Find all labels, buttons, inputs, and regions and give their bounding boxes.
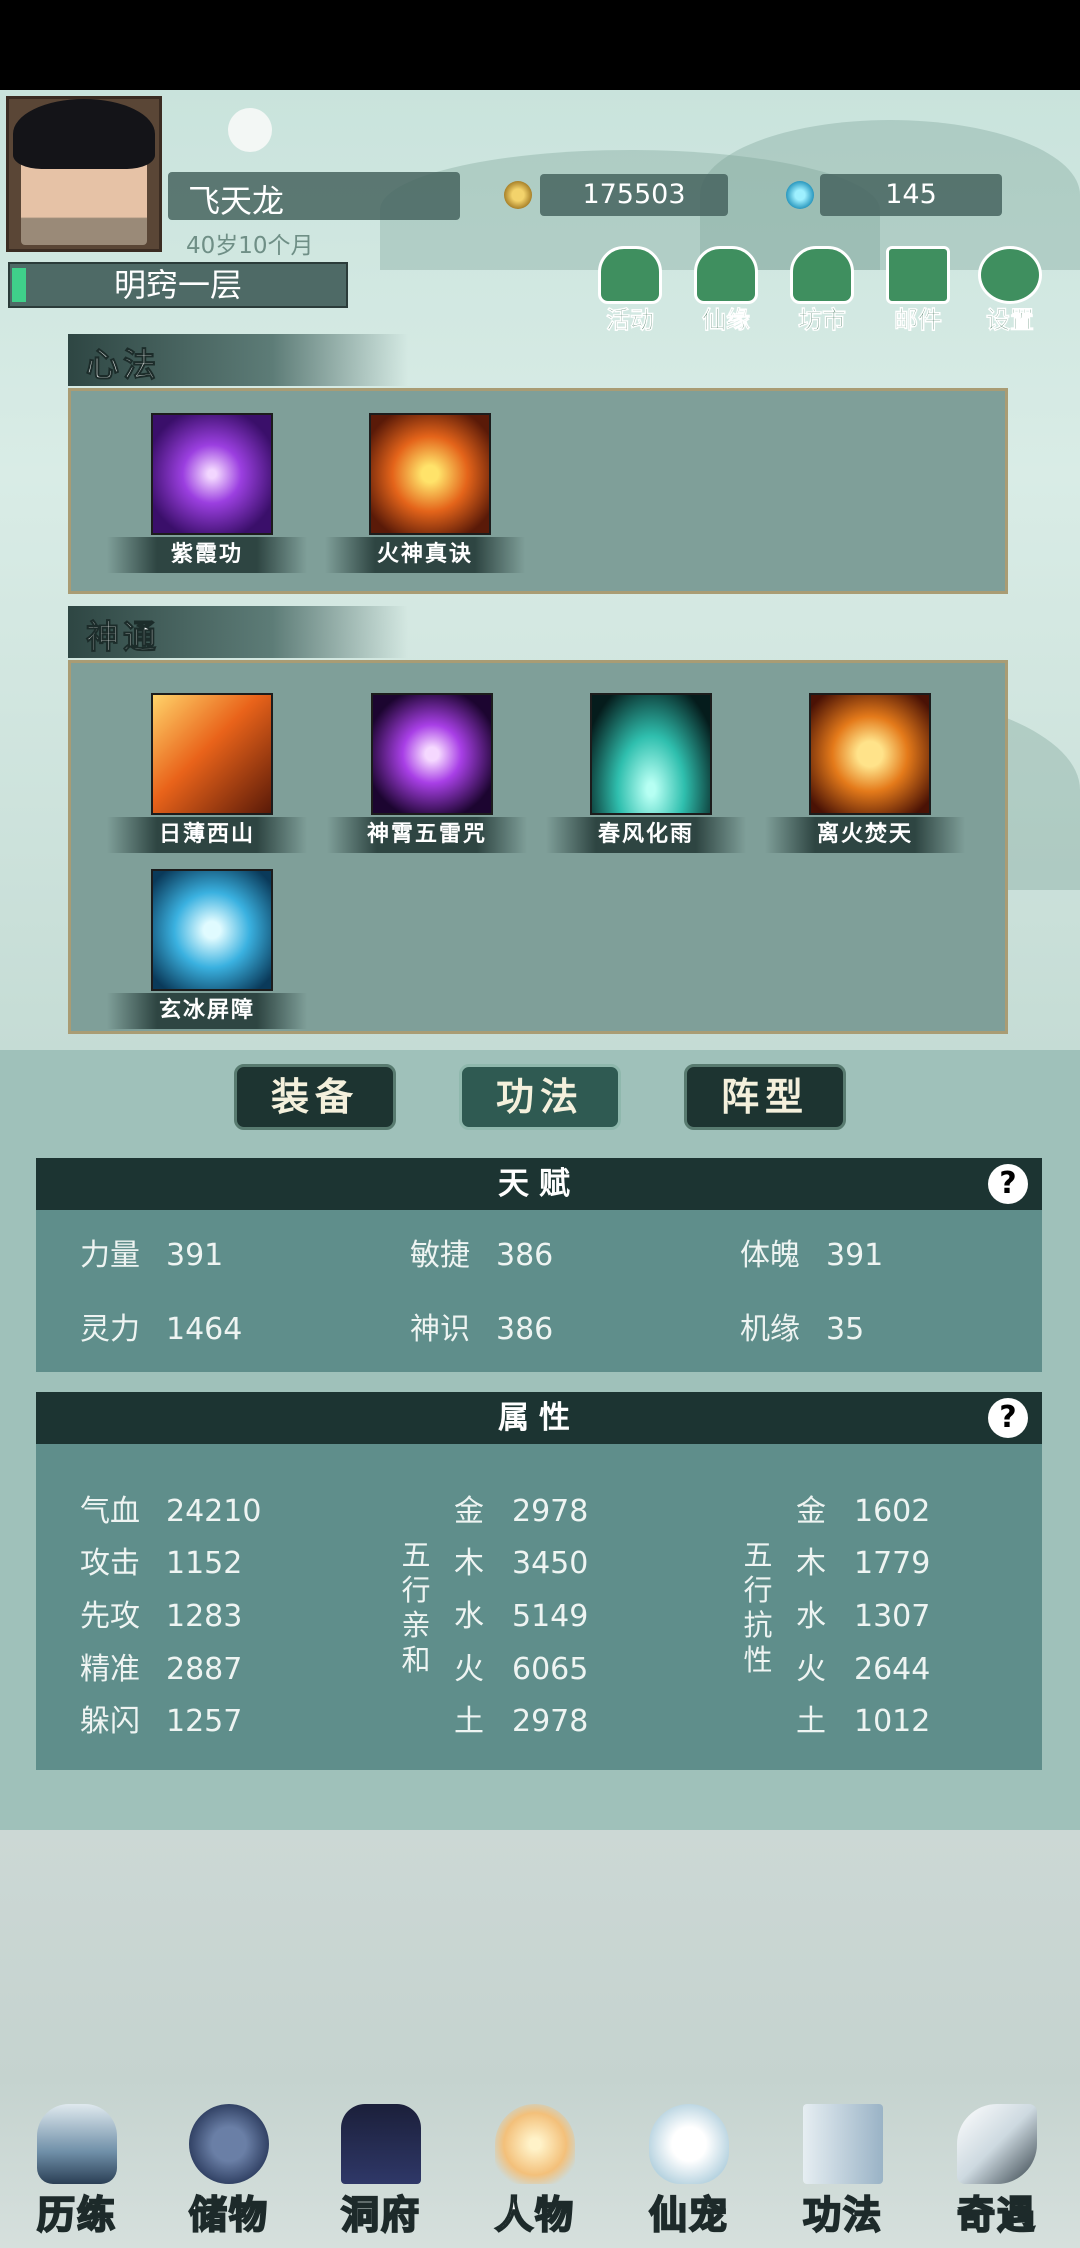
- ice-barrier-skill-icon: [151, 869, 273, 991]
- affinity-water: 水 5149: [454, 1599, 589, 1634]
- resist-wood: 木 1779: [796, 1546, 931, 1581]
- player-name: 飞天龙: [188, 182, 285, 220]
- resist-metal: 金 1602: [796, 1494, 931, 1529]
- talent-divine-sense: 神识 386: [410, 1312, 554, 1347]
- nav-adventure[interactable]: 奇遇: [922, 2090, 1072, 2240]
- menu-market-button[interactable]: 坊市: [780, 246, 864, 334]
- status-bar: [0, 0, 1080, 90]
- xinfa-panel: 紫霞功 火神真诀: [68, 388, 1008, 594]
- sun-decoration: [228, 108, 272, 152]
- menu-mail-button[interactable]: 邮件: [876, 246, 960, 334]
- shentong-skill-2[interactable]: 神霄五雷咒: [327, 693, 527, 853]
- affinity-wood: 木 3450: [454, 1546, 589, 1581]
- talent-help-button[interactable]: ?: [988, 1164, 1028, 1204]
- affinity-earth: 土 2978: [454, 1704, 589, 1739]
- settings-gear-icon: [978, 246, 1042, 304]
- affinity-vertical-label: 五行亲和: [401, 1538, 431, 1677]
- attr-attack: 攻击 1152: [80, 1546, 243, 1581]
- nav-character[interactable]: 人物: [460, 2090, 610, 2240]
- menu-activity-button[interactable]: 活动: [588, 246, 672, 334]
- bag-icon: [189, 2104, 269, 2184]
- affinity-metal: 金 2978: [454, 1494, 589, 1529]
- talent-title: 天赋: [498, 1166, 580, 1202]
- resist-vertical-label: 五行抗性: [743, 1538, 773, 1677]
- menu-fate-button[interactable]: 仙缘: [684, 246, 768, 334]
- xinfa-skill-1[interactable]: 紫霞功: [107, 413, 307, 573]
- tab-formation[interactable]: 阵型: [684, 1064, 846, 1130]
- talent-strength: 力量 391: [80, 1238, 224, 1273]
- spring-rain-skill-icon: [590, 693, 712, 815]
- affinity-fire: 火 6065: [454, 1652, 589, 1687]
- nav-storage[interactable]: 储物: [154, 2090, 304, 2240]
- nav-gongfa[interactable]: 功法: [768, 2090, 918, 2240]
- realm-label: 明窍一层: [113, 266, 242, 304]
- activity-icon: [598, 246, 662, 304]
- brush-icon: [957, 2104, 1037, 2184]
- xinfa-skill-2[interactable]: 火神真诀: [325, 413, 525, 573]
- pet-icon: [649, 2104, 729, 2184]
- nav-cave[interactable]: 洞府: [306, 2090, 456, 2240]
- attributes-help-button[interactable]: ?: [988, 1398, 1028, 1438]
- thunder-skill-icon: [371, 693, 493, 815]
- pavilion-icon: [341, 2104, 421, 2184]
- shentong-title: 神通: [86, 617, 160, 657]
- gem-count: 145: [885, 179, 937, 210]
- menu-settings-button[interactable]: 设置: [968, 246, 1052, 334]
- scroll-book-icon: [803, 2104, 883, 2184]
- coin-count: 175503: [582, 179, 686, 210]
- attr-initiative: 先攻 1283: [80, 1599, 243, 1634]
- attributes-title: 属性: [498, 1400, 580, 1436]
- tab-equipment[interactable]: 装备: [234, 1064, 396, 1130]
- resist-fire: 火 2644: [796, 1652, 931, 1687]
- gem-icon: [786, 181, 814, 209]
- mail-icon: [886, 246, 950, 304]
- talent-spirit: 灵力 1464: [80, 1312, 243, 1347]
- nav-pet[interactable]: 仙宠: [614, 2090, 764, 2240]
- purple-vortex-skill-icon: [151, 413, 273, 535]
- meteor-skill-icon: [151, 693, 273, 815]
- attr-accuracy: 精准 2887: [80, 1652, 243, 1687]
- market-icon: [790, 246, 854, 304]
- flame-skill-icon: [809, 693, 931, 815]
- tab-gongfa[interactable]: 功法: [459, 1064, 621, 1130]
- mountain-icon: [37, 2104, 117, 2184]
- fire-god-skill-icon: [369, 413, 491, 535]
- resist-earth: 土 1012: [796, 1704, 931, 1739]
- character-icon: [495, 2104, 575, 2184]
- shentong-skill-3[interactable]: 春风化雨: [546, 693, 746, 853]
- shentong-skill-5[interactable]: 玄冰屏障: [107, 869, 307, 1029]
- talent-fortune: 机缘 35: [740, 1312, 865, 1347]
- nav-training[interactable]: 历练: [2, 2090, 152, 2240]
- shentong-panel: 日薄西山 神霄五雷咒 春风化雨 离火焚天 玄冰屏障: [68, 660, 1008, 1034]
- player-age: 40岁10个月: [186, 233, 314, 259]
- fate-icon: [694, 246, 758, 304]
- talent-agility: 敏捷 386: [410, 1238, 554, 1273]
- talent-constitution: 体魄 391: [740, 1238, 884, 1273]
- shentong-skill-1[interactable]: 日薄西山: [107, 693, 307, 853]
- avatar[interactable]: [6, 96, 162, 252]
- attributes-card: 属性 ? 气血 24210 攻击 1152 先攻 1283 精准 2887 躲闪 1257…: [36, 1392, 1042, 1770]
- coin-icon: [504, 181, 532, 209]
- xinfa-title: 心法: [86, 345, 160, 385]
- resist-water: 水 1307: [796, 1599, 931, 1634]
- attr-hp: 气血 24210: [80, 1494, 262, 1529]
- attr-evasion: 躲闪 1257: [80, 1704, 243, 1739]
- talent-card: 天赋 ? 力量 391 敏捷 386 体魄 391 灵力 1464 神识 386 机缘 35: [36, 1158, 1042, 1372]
- shentong-skill-4[interactable]: 离火焚天: [765, 693, 965, 853]
